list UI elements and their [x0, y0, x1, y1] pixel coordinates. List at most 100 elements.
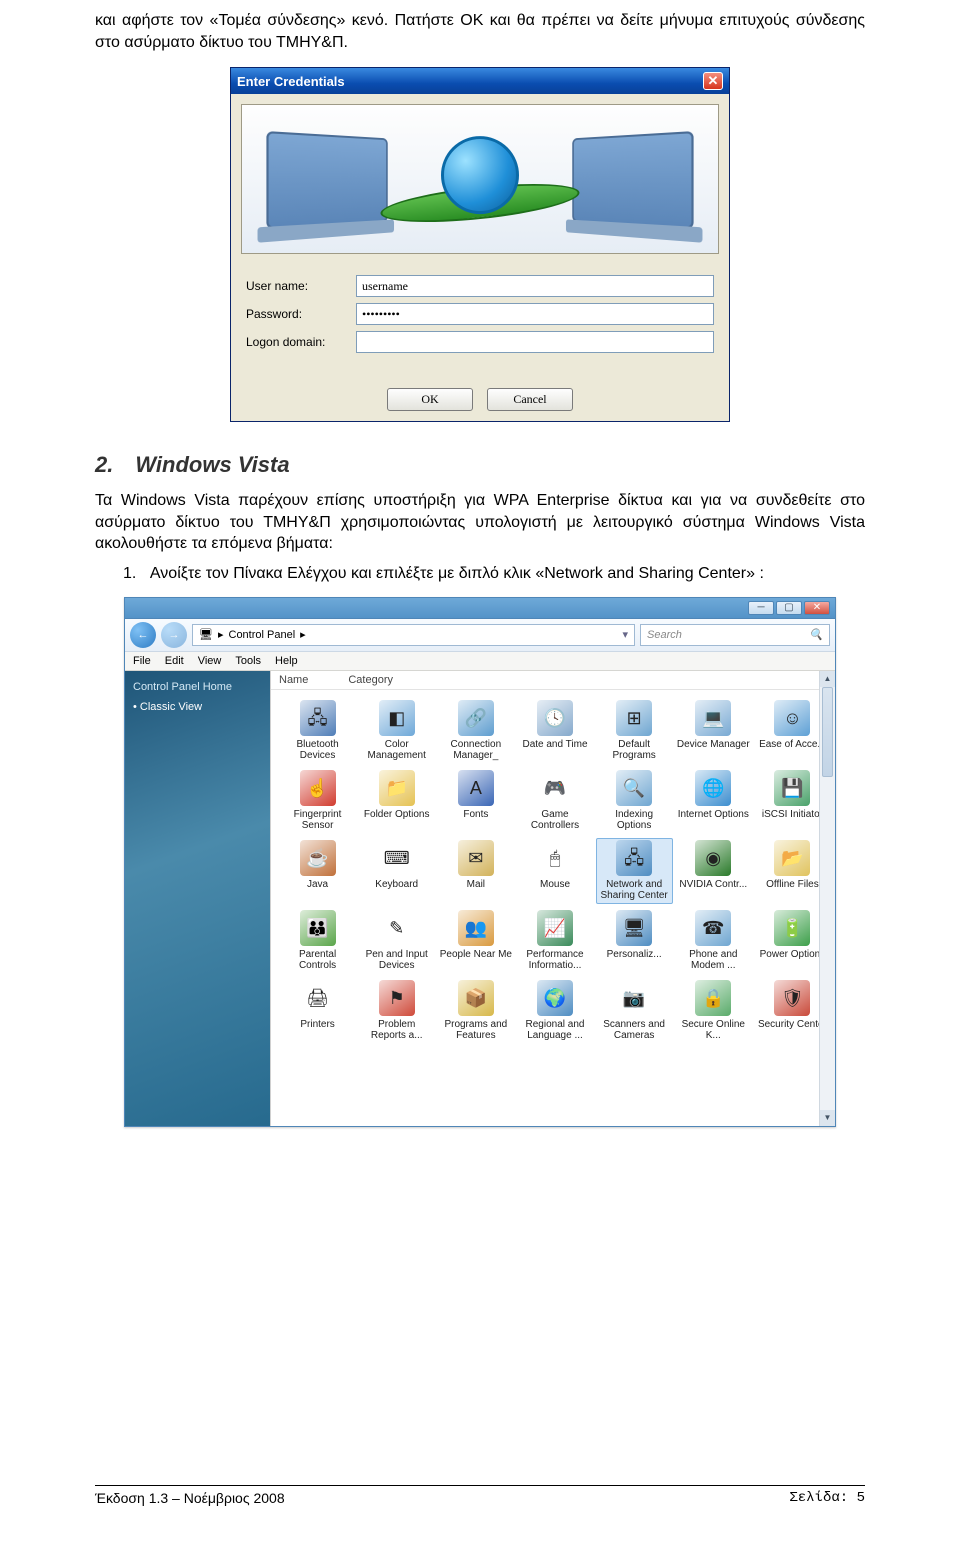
cp-item[interactable]: A Fonts: [437, 768, 514, 834]
cp-item[interactable]: 👪Parental Controls: [279, 908, 356, 974]
item-label: Default Programs: [598, 739, 671, 762]
item-icon: 🖧: [300, 700, 336, 736]
step-text: Ανοίξτε τον Πίνακα Ελέγχου και επιλέξτε …: [150, 565, 764, 582]
sidebar-heading[interactable]: Control Panel Home: [133, 681, 262, 693]
cp-item[interactable]: 🔗Connection Manager_: [437, 698, 514, 764]
item-label: iSCSI Initiator: [762, 809, 823, 821]
cp-item[interactable]: 📷Scanners and Cameras: [596, 978, 673, 1044]
arrow-right-icon: →: [169, 629, 180, 641]
cp-item[interactable]: ☕Java: [279, 838, 356, 904]
password-input[interactable]: [356, 303, 714, 325]
item-label: Security Center: [758, 1019, 827, 1031]
cp-item[interactable]: 📁Folder Options: [358, 768, 435, 834]
cp-item[interactable]: ⚑Problem Reports a...: [358, 978, 435, 1044]
item-label: Fonts: [463, 809, 488, 821]
cancel-button[interactable]: Cancel: [487, 388, 573, 411]
cp-item[interactable]: 🖱Mouse: [516, 838, 593, 904]
item-label: Indexing Options: [598, 809, 671, 832]
domain-input[interactable]: [356, 331, 714, 353]
item-label: Power Options: [760, 949, 826, 961]
credentials-dialog: Enter Credentials ✕ User name: Password:…: [230, 67, 730, 422]
cp-item[interactable]: 📈Performance Informatio...: [516, 908, 593, 974]
menu-item-file[interactable]: File: [133, 655, 151, 667]
items-grid: 🖧Bluetooth Devices◧Color Management🔗Conn…: [271, 690, 835, 1052]
dropdown-icon: ▾: [622, 628, 628, 641]
cp-item[interactable]: ⊞Default Programs: [596, 698, 673, 764]
cp-item[interactable]: 🔒Secure Online K...: [675, 978, 752, 1044]
scroll-thumb[interactable]: [822, 687, 833, 777]
cp-item[interactable]: ☝Fingerprint Sensor: [279, 768, 356, 834]
cp-item[interactable]: 🖥Personaliz...: [596, 908, 673, 974]
cp-item[interactable]: ☎Phone and Modem ...: [675, 908, 752, 974]
sidebar: Control Panel Home Classic View: [125, 671, 270, 1126]
item-label: NVIDIA Contr...: [679, 879, 747, 891]
cp-item[interactable]: 🌐 Internet Options: [675, 768, 752, 834]
scroll-down-icon[interactable]: ▼: [820, 1110, 835, 1126]
item-label: Fingerprint Sensor: [281, 809, 354, 832]
cp-item[interactable]: 🔍Indexing Options: [596, 768, 673, 834]
ok-button[interactable]: OK: [387, 388, 473, 411]
menu-item-edit[interactable]: Edit: [165, 655, 184, 667]
item-label: Regional and Language ...: [518, 1019, 591, 1042]
cp-item[interactable]: 📦Programs and Features: [437, 978, 514, 1044]
item-label: Ease of Acce...: [759, 739, 826, 751]
menu-item-help[interactable]: Help: [275, 655, 298, 667]
item-icon: A: [458, 770, 494, 806]
cp-item[interactable]: 💻Device Manager: [675, 698, 752, 764]
footer-version: Έκδοση 1.3 – Νοέμβριος 2008: [95, 1490, 285, 1506]
section-title: Windows Vista: [135, 452, 289, 478]
section-heading: 2. Windows Vista: [95, 452, 865, 478]
close-button[interactable]: ✕: [703, 72, 723, 90]
item-label: Connection Manager_: [439, 739, 512, 762]
search-input[interactable]: Search 🔍: [640, 624, 830, 646]
item-label: Device Manager: [677, 739, 750, 751]
item-icon: 🌍: [537, 980, 573, 1016]
column-category[interactable]: Category: [348, 674, 393, 686]
cp-item[interactable]: 🖧Network and Sharing Center: [596, 838, 673, 904]
item-label: Offline Files: [766, 879, 819, 891]
close-icon: ✕: [708, 73, 719, 89]
item-icon: 🛡: [774, 980, 810, 1016]
minimize-button[interactable]: ─: [748, 601, 774, 615]
cp-item[interactable]: 🖧Bluetooth Devices: [279, 698, 356, 764]
nav-forward-button[interactable]: →: [161, 622, 187, 648]
item-label: Internet Options: [678, 809, 749, 821]
scrollbar[interactable]: ▲ ▼: [819, 671, 835, 1126]
cp-item[interactable]: ✎Pen and Input Devices: [358, 908, 435, 974]
address-bar[interactable]: 🖥 ▸ Control Panel ▸ ▾: [192, 624, 635, 646]
item-icon: 🖧: [616, 840, 652, 876]
cp-item[interactable]: ✉Mail: [437, 838, 514, 904]
item-label: Java: [307, 879, 328, 891]
cp-item[interactable]: ◧Color Management: [358, 698, 435, 764]
window-titlebar: ─ ▢ ✕: [125, 598, 835, 619]
scroll-up-icon[interactable]: ▲: [820, 671, 835, 687]
control-panel-window: ─ ▢ ✕ ← → 🖥 ▸ Control Panel ▸ ▾ Search 🔍…: [124, 597, 836, 1127]
item-icon: 📷: [616, 980, 652, 1016]
breadcrumb-text: Control Panel: [229, 629, 296, 641]
item-icon: 📂: [774, 840, 810, 876]
item-label: Problem Reports a...: [360, 1019, 433, 1042]
cp-item[interactable]: 🕓Date and Time: [516, 698, 593, 764]
item-icon: 🔋: [774, 910, 810, 946]
maximize-button[interactable]: ▢: [776, 601, 802, 615]
window-close-button[interactable]: ✕: [804, 601, 830, 615]
menu-item-tools[interactable]: Tools: [235, 655, 261, 667]
sidebar-item-classic-view[interactable]: Classic View: [133, 699, 262, 715]
item-icon: 🌐: [695, 770, 731, 806]
credentials-form: User name: Password: Logon domain:: [231, 264, 729, 374]
step-number: 1.: [123, 565, 136, 582]
step-1: 1. Ανοίξτε τον Πίνακα Ελέγχου και επιλέξ…: [123, 565, 865, 583]
cp-item[interactable]: ⌨Keyboard: [358, 838, 435, 904]
cp-item[interactable]: 👥People Near Me: [437, 908, 514, 974]
column-name[interactable]: Name: [279, 674, 308, 686]
menu-item-view[interactable]: View: [198, 655, 222, 667]
dialog-banner: [241, 104, 719, 254]
username-input[interactable]: [356, 275, 714, 297]
username-label: User name:: [246, 279, 356, 293]
cp-item[interactable]: 🌍 Regional and Language ...: [516, 978, 593, 1044]
nav-back-button[interactable]: ←: [130, 622, 156, 648]
item-icon: ✉: [458, 840, 494, 876]
cp-item[interactable]: 🎮Game Controllers: [516, 768, 593, 834]
cp-item[interactable]: 🖨Printers: [279, 978, 356, 1044]
cp-item[interactable]: ◉NVIDIA Contr...: [675, 838, 752, 904]
